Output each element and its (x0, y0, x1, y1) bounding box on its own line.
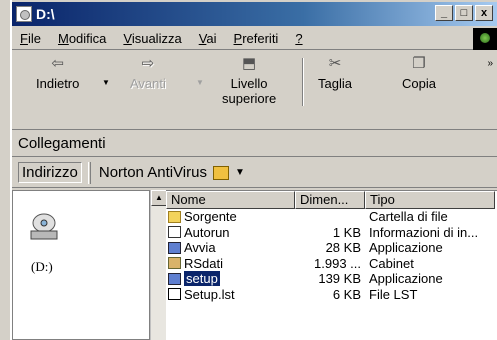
forward-dropdown-icon[interactable]: ▼ (196, 78, 204, 87)
file-row[interactable]: Sorgente Cartella di file (166, 209, 497, 225)
forward-button[interactable]: ⇨ Avanti (130, 56, 166, 91)
windows-logo-icon (473, 28, 497, 50)
file-row[interactable]: Setup.lst 6 KB File LST (166, 287, 497, 303)
column-header-size[interactable]: Dimen... (295, 191, 365, 209)
back-button[interactable]: ⇦ Indietro (36, 56, 79, 91)
scissors-icon: ✂ (328, 55, 342, 72)
setup-icon (168, 272, 181, 285)
address-bar: Indirizzo Norton AntiVirus ▼ (12, 158, 497, 188)
menu-modifica[interactable]: Modifica (58, 31, 106, 46)
explorer-window: D:\ _ □ x File Modifica Visualizza Vai P… (10, 0, 497, 340)
copy-icon: ❐ (412, 55, 426, 72)
window-title: D:\ (36, 6, 55, 22)
links-bar[interactable]: Collegamenti (12, 131, 497, 157)
file-row[interactable]: Autorun 1 KB Informazioni di in... (166, 225, 497, 241)
menu-file[interactable]: File (20, 31, 41, 46)
copy-button[interactable]: ❐ Copia (402, 56, 436, 91)
back-arrow-icon: ⇦ (51, 55, 64, 72)
column-header-type[interactable]: Tipo (365, 191, 495, 209)
column-header-name[interactable]: Nome (166, 191, 295, 209)
left-pane: (D:) (12, 190, 150, 340)
norton-dropdown-icon[interactable]: ▼ (235, 167, 245, 178)
up-folder-icon: ⬒ (242, 55, 257, 72)
caption-buttons: _ □ x (435, 5, 493, 21)
back-dropdown-icon[interactable]: ▼ (102, 78, 110, 87)
app-icon (168, 241, 181, 254)
drive-icon (16, 6, 32, 22)
address-separator (87, 161, 91, 184)
menu-bar: File Modifica Visualizza Vai Preferiti ? (12, 28, 497, 50)
minimize-button[interactable]: _ (435, 5, 453, 21)
maximize-button[interactable]: □ (455, 5, 473, 21)
cd-drive-icon (30, 213, 58, 240)
title-bar[interactable]: D:\ _ □ x (12, 2, 497, 26)
cut-button[interactable]: ✂ Taglia (318, 56, 352, 91)
toolbar-more-chevron-icon[interactable]: » (487, 58, 493, 69)
menu-help[interactable]: ? (295, 31, 302, 46)
norton-antivirus-label[interactable]: Norton AntiVirus (99, 164, 207, 181)
lst-file-icon (168, 288, 181, 301)
menu-preferiti[interactable]: Preferiti (234, 31, 279, 46)
up-level-button[interactable]: ⬒ Livello superiore (222, 56, 276, 106)
close-button[interactable]: x (475, 5, 493, 21)
menu-visualizza[interactable]: Visualizza (123, 31, 181, 46)
file-row[interactable]: RSdati 1.993 ... Cabinet (166, 256, 497, 272)
file-list: Nome Dimen... Tipo Sorgente Cartella di … (166, 190, 497, 340)
links-label: Collegamenti (18, 135, 106, 152)
list-header: Nome Dimen... Tipo (166, 191, 497, 209)
toolbar-separator (302, 58, 304, 106)
drive-label: (D:) (31, 259, 53, 274)
content-area: (D:) ▲ Nome Dimen... Tipo Sorgente Carte… (12, 190, 497, 340)
file-row[interactable]: Avvia 28 KB Applicazione (166, 240, 497, 256)
menu-vai[interactable]: Vai (199, 31, 217, 46)
scroll-up-icon[interactable]: ▲ (151, 190, 167, 206)
norton-icon[interactable] (212, 165, 229, 180)
inf-file-icon (168, 226, 181, 239)
forward-arrow-icon: ⇨ (141, 55, 155, 72)
folder-icon (168, 210, 181, 223)
file-row-selected[interactable]: setup 139 KB Applicazione (166, 271, 497, 287)
vertical-scrollbar[interactable]: ▲ (150, 190, 167, 340)
cabinet-icon (168, 257, 181, 270)
standard-toolbar: ⇦ Indietro ▼ ⇨ Avanti ▼ ⬒ Livello superi… (12, 52, 497, 130)
address-label[interactable]: Indirizzo (18, 162, 82, 183)
